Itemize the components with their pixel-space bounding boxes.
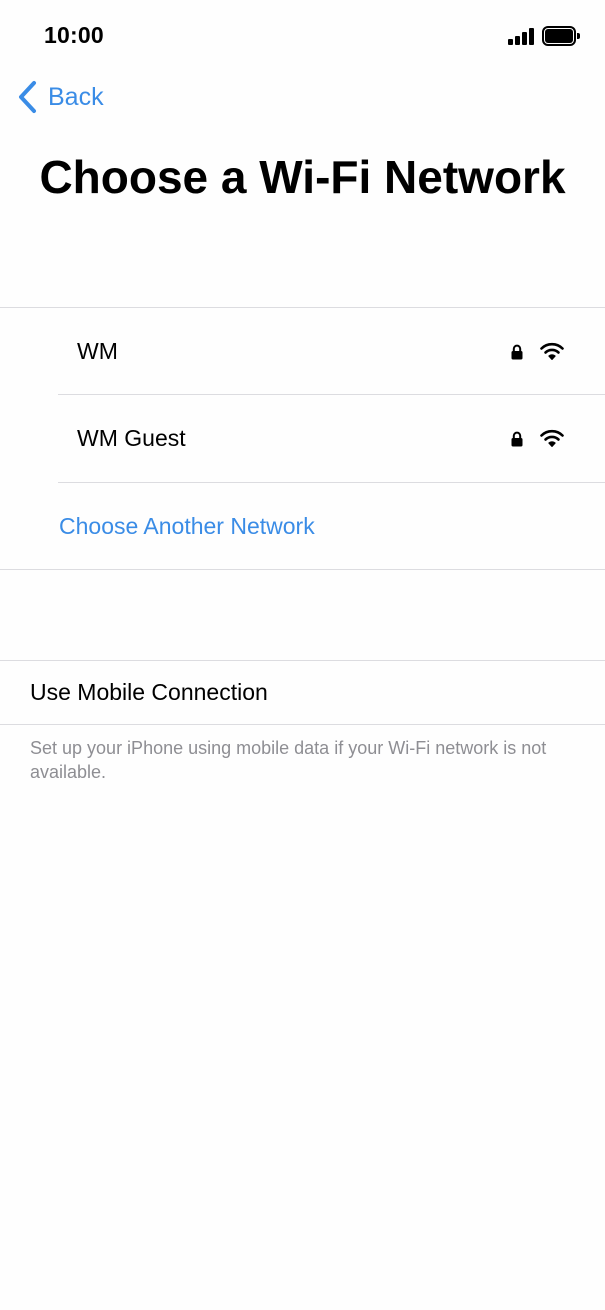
status-time: 10:00 <box>44 22 104 48</box>
wifi-icon <box>540 342 564 360</box>
cellular-signal-icon <box>508 28 536 45</box>
use-mobile-connection-button[interactable]: Use Mobile Connection <box>0 661 605 724</box>
chevron-left-icon <box>19 81 36 113</box>
back-label: Back <box>48 82 104 111</box>
list-bottom-divider <box>0 569 605 570</box>
network-name: WM <box>77 338 118 364</box>
lock-icon <box>511 431 523 447</box>
back-button[interactable]: Back <box>16 78 104 116</box>
wifi-icon <box>540 429 564 447</box>
battery-icon <box>542 26 580 46</box>
mobile-connection-label: Use Mobile Connection <box>30 679 268 705</box>
page-title: Choose a Wi-Fi Network <box>39 151 566 203</box>
mobile-bottom-divider <box>0 724 605 725</box>
wifi-setup-screen: 10:00 Back Choose a Wi-Fi Network WM WM … <box>0 0 605 1310</box>
status-bar: 10:00 <box>0 0 605 72</box>
mobile-data-note: Set up your iPhone using mobile data if … <box>30 738 547 782</box>
lock-icon <box>511 344 523 360</box>
network-row-wm[interactable]: WM <box>58 308 605 395</box>
choose-another-network-link[interactable]: Choose Another Network <box>59 483 315 570</box>
network-row-wm-guest[interactable]: WM Guest <box>58 395 605 482</box>
network-name: WM Guest <box>77 425 186 451</box>
